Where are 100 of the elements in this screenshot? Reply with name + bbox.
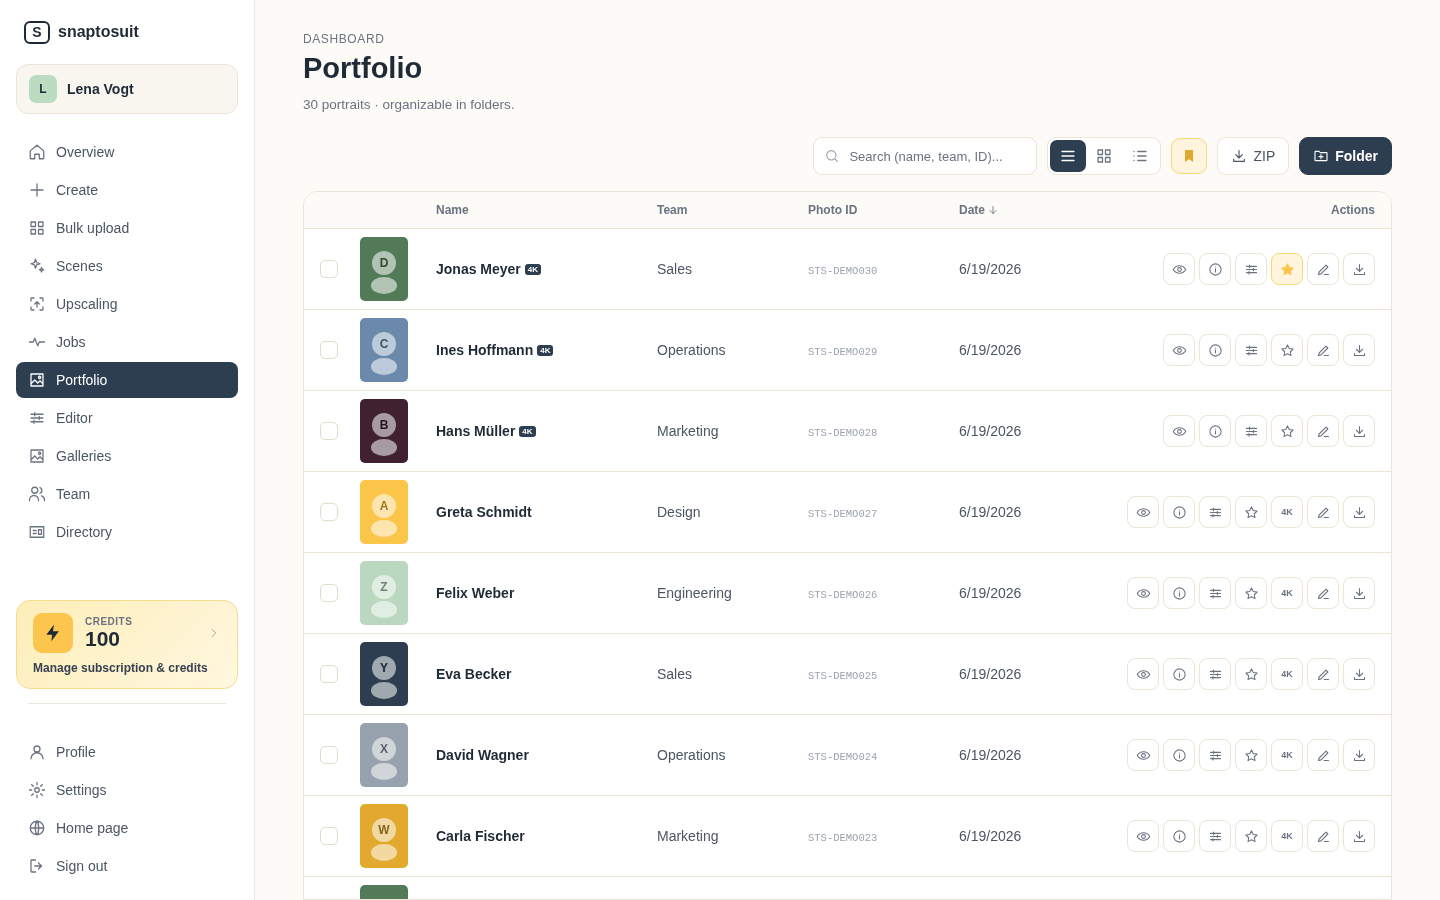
- preview-button[interactable]: [1127, 496, 1159, 528]
- info-button[interactable]: [1163, 658, 1195, 690]
- user-icon: [28, 743, 46, 761]
- row-checkbox[interactable]: [320, 341, 338, 359]
- view-mode-button[interactable]: [1050, 140, 1087, 172]
- edit-button[interactable]: [1307, 334, 1339, 366]
- nav-item[interactable]: Overview: [16, 134, 238, 170]
- upscale-button[interactable]: 4K: [1271, 820, 1303, 852]
- avatar-initial: Y: [372, 656, 396, 680]
- team-cell: Operations: [657, 747, 726, 763]
- brand-name: snaptosuit: [58, 23, 139, 41]
- download-button[interactable]: [1343, 739, 1375, 771]
- home-icon: [28, 143, 46, 161]
- edit-button[interactable]: [1307, 415, 1339, 447]
- search-field[interactable]: Search (name, team, ID)...: [813, 137, 1038, 175]
- adjust-button[interactable]: [1235, 415, 1267, 447]
- sliders-icon: [28, 409, 46, 427]
- edit-button[interactable]: [1307, 496, 1339, 528]
- adjust-button[interactable]: [1199, 577, 1231, 609]
- nav-item[interactable]: Create: [16, 172, 238, 208]
- download-button[interactable]: [1343, 253, 1375, 285]
- manage-credits-link[interactable]: Manage subscription & credits: [33, 661, 221, 675]
- info-button[interactable]: [1199, 253, 1231, 285]
- favorite-button[interactable]: [1235, 577, 1267, 609]
- folder-button[interactable]: Folder: [1299, 137, 1392, 175]
- preview-button[interactable]: [1163, 334, 1195, 366]
- download-button[interactable]: [1343, 820, 1375, 852]
- preview-button[interactable]: [1127, 577, 1159, 609]
- favorite-button[interactable]: [1235, 496, 1267, 528]
- nav-item[interactable]: Editor: [16, 400, 238, 436]
- nav-item[interactable]: Team: [16, 476, 238, 512]
- adjust-button[interactable]: [1199, 658, 1231, 690]
- preview-button[interactable]: [1127, 658, 1159, 690]
- adjust-button[interactable]: [1235, 253, 1267, 285]
- nav-item[interactable]: Bulk upload: [16, 210, 238, 246]
- edit-button[interactable]: [1307, 577, 1339, 609]
- edit-button[interactable]: [1307, 658, 1339, 690]
- folder-plus-icon: [1313, 148, 1330, 164]
- upscale-button[interactable]: 4K: [1271, 496, 1303, 528]
- nav-item[interactable]: Settings: [16, 772, 238, 808]
- row-checkbox[interactable]: [320, 827, 338, 845]
- column-header[interactable]: Team: [657, 203, 808, 217]
- nav-item[interactable]: Home page: [16, 810, 238, 846]
- nav-item[interactable]: Portfolio: [16, 362, 238, 398]
- favorite-button[interactable]: [1235, 820, 1267, 852]
- info-button[interactable]: [1199, 334, 1231, 366]
- adjust-button[interactable]: [1199, 820, 1231, 852]
- favorite-button[interactable]: [1271, 334, 1303, 366]
- download-button[interactable]: [1343, 415, 1375, 447]
- nav-item[interactable]: Upscaling: [16, 286, 238, 322]
- download-button[interactable]: [1343, 496, 1375, 528]
- avatar-initial: B: [372, 413, 396, 437]
- row-checkbox[interactable]: [320, 584, 338, 602]
- nav-item[interactable]: Profile: [16, 734, 238, 770]
- date-cell: 6/19/2026: [959, 828, 1022, 844]
- user-card[interactable]: L Lena Vogt: [16, 64, 238, 114]
- row-checkbox[interactable]: [320, 503, 338, 521]
- avatar-initial: A: [372, 494, 396, 518]
- edit-button[interactable]: [1307, 739, 1339, 771]
- adjust-button[interactable]: [1235, 334, 1267, 366]
- row-checkbox[interactable]: [320, 746, 338, 764]
- upscale-button[interactable]: 4K: [1271, 739, 1303, 771]
- credits-card[interactable]: CREDITS 100 Manage subscription & credits: [16, 600, 238, 689]
- nav-item[interactable]: Scenes: [16, 248, 238, 284]
- info-button[interactable]: [1163, 496, 1195, 528]
- column-header[interactable]: Date: [959, 203, 1331, 217]
- page-title: Portfolio: [303, 52, 424, 85]
- nav-item[interactable]: Directory: [16, 514, 238, 550]
- info-button[interactable]: [1199, 415, 1231, 447]
- download-button[interactable]: [1343, 334, 1375, 366]
- info-button[interactable]: [1163, 739, 1195, 771]
- nav-item[interactable]: Jobs: [16, 324, 238, 360]
- row-checkbox[interactable]: [320, 665, 338, 683]
- team-cell: Marketing: [657, 423, 719, 439]
- favorite-button[interactable]: [1235, 739, 1267, 771]
- preview-button[interactable]: [1127, 820, 1159, 852]
- edit-button[interactable]: [1307, 253, 1339, 285]
- info-button[interactable]: [1163, 577, 1195, 609]
- edit-button[interactable]: [1307, 820, 1339, 852]
- upscale-button[interactable]: 4K: [1271, 658, 1303, 690]
- bookmark-filter-button[interactable]: [1171, 138, 1208, 174]
- download-button[interactable]: [1343, 658, 1375, 690]
- info-button[interactable]: [1163, 820, 1195, 852]
- preview-button[interactable]: [1163, 415, 1195, 447]
- favorite-button[interactable]: [1271, 415, 1303, 447]
- nav-item[interactable]: Sign out: [16, 848, 238, 884]
- zip-button[interactable]: ZIP: [1217, 137, 1290, 175]
- nav-item[interactable]: Galleries: [16, 438, 238, 474]
- column-header[interactable]: Photo ID: [808, 203, 959, 217]
- favorite-button[interactable]: [1235, 658, 1267, 690]
- row-checkbox[interactable]: [320, 422, 338, 440]
- preview-button[interactable]: [1163, 253, 1195, 285]
- upscale-button[interactable]: 4K: [1271, 577, 1303, 609]
- download-button[interactable]: [1343, 577, 1375, 609]
- team-cell: Design: [657, 504, 701, 520]
- adjust-button[interactable]: [1199, 496, 1231, 528]
- adjust-button[interactable]: [1199, 739, 1231, 771]
- preview-button[interactable]: [1127, 739, 1159, 771]
- row-checkbox[interactable]: [320, 260, 338, 278]
- column-header[interactable]: Name: [436, 203, 657, 217]
